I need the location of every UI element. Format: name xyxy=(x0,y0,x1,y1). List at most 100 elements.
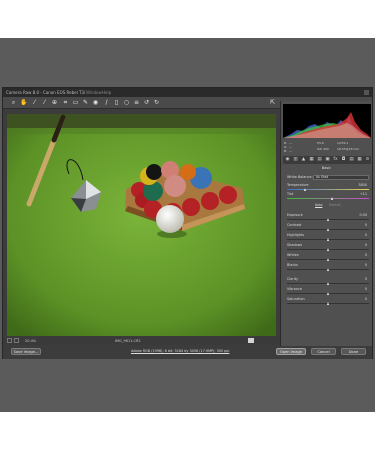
tone-curve-tab-icon[interactable]: ▥ xyxy=(293,157,298,162)
adjustment-panel: R: --- G: --- B: --- f/5.6 1/250 s ISO 4… xyxy=(280,101,372,351)
zoom-out-icon[interactable] xyxy=(7,338,12,343)
slider-row-shadows: Shadows 0 xyxy=(287,243,369,252)
slider-row-blacks: Blacks 0 xyxy=(287,263,369,272)
split-toning-tab-icon[interactable]: ▤ xyxy=(317,157,322,162)
auto-link[interactable]: Auto xyxy=(315,203,322,207)
slider-thumb[interactable] xyxy=(326,218,329,221)
slider-value[interactable]: 0 xyxy=(365,263,367,268)
temperature-thumb[interactable] xyxy=(304,188,306,191)
slider-thumb[interactable] xyxy=(326,258,329,261)
zoom-icon[interactable]: ⌕ xyxy=(10,99,17,106)
menu-help[interactable]: Help xyxy=(102,88,111,97)
temperature-track[interactable] xyxy=(287,189,369,190)
b-label: B: xyxy=(284,149,288,153)
zoom-in-icon[interactable] xyxy=(14,338,19,343)
workflow-options-link[interactable]: Adobe RGB (1998); 8 bit; 5184 by 3456 (1… xyxy=(131,348,229,355)
slider-row-whites: Whites 0 xyxy=(287,253,369,262)
save-image-button[interactable]: Save Image... xyxy=(11,348,41,355)
slider-thumb[interactable] xyxy=(326,228,329,231)
crop-icon[interactable]: ⌗ xyxy=(62,99,69,106)
slider-label: Saturation xyxy=(287,297,305,301)
menu-window[interactable]: Window xyxy=(86,88,102,97)
detail-tab-icon[interactable]: ▲ xyxy=(301,157,306,162)
tint-label: Tint xyxy=(287,192,294,196)
slider-row-clarity: Clarity 0 xyxy=(287,277,369,286)
image-preview[interactable] xyxy=(7,114,276,336)
shutter-speed: 1/250 s xyxy=(337,141,349,145)
slider-value[interactable]: 0 xyxy=(365,287,367,292)
radial-filter-icon[interactable]: ○ xyxy=(123,99,130,106)
panel-menu-icon[interactable]: ≡ xyxy=(365,157,370,162)
slider-value[interactable]: 0 xyxy=(365,233,367,238)
white-balance-label: White Balance: xyxy=(287,175,313,179)
slider-row-vibrance: Vibrance 0 xyxy=(287,287,369,296)
lens: 18-55@18 mm xyxy=(337,147,360,151)
slider-label: Contrast xyxy=(287,223,302,227)
adjustment-brush-icon[interactable]: / xyxy=(103,99,110,106)
white-balance-value: As Shot xyxy=(316,175,329,179)
slider-label: Exposure xyxy=(287,213,303,217)
graduated-filter-icon[interactable]: ▯ xyxy=(113,99,120,106)
before-after-icon[interactable] xyxy=(248,338,254,343)
fullscreen-icon[interactable]: ⇱ xyxy=(269,99,276,106)
lens-tab-icon[interactable]: ▣ xyxy=(325,157,330,162)
camera-calibration-tab-icon[interactable]: ◘ xyxy=(341,157,346,162)
slider-value[interactable]: 0 xyxy=(365,253,367,258)
slider-thumb[interactable] xyxy=(326,248,329,251)
window-title: Camera Raw 8.0 - Canon EOS Rebel T3i xyxy=(6,90,86,95)
effects-tab-icon[interactable]: fx xyxy=(333,157,338,162)
slider-label: Highlights xyxy=(287,233,305,237)
temperature-value[interactable]: 3800 xyxy=(358,183,367,188)
file-name: IMG_9611.CR2 xyxy=(115,339,141,343)
rotate-left-icon[interactable]: ↺ xyxy=(143,99,150,106)
temperature-row: Temperature 3800 xyxy=(287,183,369,192)
title-bar: Camera Raw 8.0 - Canon EOS Rebel T3i Win… xyxy=(3,88,372,97)
white-balance-select[interactable]: As Shot xyxy=(313,175,369,180)
slider-value[interactable]: 0 xyxy=(365,223,367,228)
color-sampler-icon[interactable]: ⁄ xyxy=(41,99,48,106)
snapshots-tab-icon[interactable]: ▦ xyxy=(357,157,362,162)
rotate-right-icon[interactable]: ↻ xyxy=(153,99,160,106)
hand-icon[interactable]: ✋ xyxy=(20,99,27,106)
preferences-icon[interactable]: ≡ xyxy=(133,99,140,106)
slider-thumb[interactable] xyxy=(326,302,329,305)
aperture: f/5.6 xyxy=(317,141,324,145)
presets-tab-icon[interactable]: ▤ xyxy=(349,157,354,162)
status-bar: 20.4% IMG_9611.CR2 xyxy=(3,337,280,345)
iso: ISO 400 xyxy=(317,147,329,151)
camera-raw-window: Camera Raw 8.0 - Canon EOS Rebel T3i Win… xyxy=(2,87,373,359)
white-balance-icon[interactable]: ⁄ xyxy=(31,99,38,106)
targeted-adjust-icon[interactable]: ⊕ xyxy=(51,99,58,106)
close-icon[interactable] xyxy=(364,90,369,95)
slider-thumb[interactable] xyxy=(326,238,329,241)
cancel-button[interactable]: Cancel xyxy=(311,348,336,355)
footer: Save Image... Adobe RGB (1998); 8 bit; 5… xyxy=(3,346,372,359)
slider-thumb[interactable] xyxy=(326,292,329,295)
tint-row: Tint +11 xyxy=(287,192,369,201)
slider-value[interactable]: 0 xyxy=(365,277,367,282)
histogram-info: R: --- G: --- B: --- f/5.6 1/250 s ISO 4… xyxy=(283,140,371,154)
slider-row-exposure: Exposure 0.00 xyxy=(287,213,369,222)
tint-track[interactable] xyxy=(287,198,369,199)
slider-value[interactable]: 0.00 xyxy=(359,213,367,218)
slider-thumb[interactable] xyxy=(326,268,329,271)
done-button[interactable]: Done xyxy=(341,348,366,355)
basic-tab-icon[interactable]: ◉ xyxy=(285,157,290,162)
slider-thumb[interactable] xyxy=(326,282,329,285)
preview-photo xyxy=(7,114,276,336)
slider-value[interactable]: 0 xyxy=(365,297,367,302)
spot-removal-icon[interactable]: ✎ xyxy=(82,99,89,106)
slider-label: Whites xyxy=(287,253,299,257)
hsl-tab-icon[interactable]: ▦ xyxy=(309,157,314,162)
zoom-level[interactable]: 20.4% xyxy=(25,337,36,345)
red-eye-icon[interactable]: ◉ xyxy=(92,99,99,106)
default-link[interactable]: Default xyxy=(329,203,341,207)
tint-value[interactable]: +11 xyxy=(360,192,367,197)
slider-value[interactable]: 0 xyxy=(365,243,367,248)
histogram xyxy=(283,104,371,138)
tint-thumb[interactable] xyxy=(331,197,333,200)
open-image-button[interactable]: Open Image xyxy=(276,348,306,355)
b-value: --- xyxy=(289,149,293,153)
straighten-icon[interactable]: ▭ xyxy=(72,99,79,106)
panel-tabs: ◉ ▥ ▲ ▦ ▤ ▣ fx ◘ ▤ ▦ ≡ xyxy=(283,156,371,164)
